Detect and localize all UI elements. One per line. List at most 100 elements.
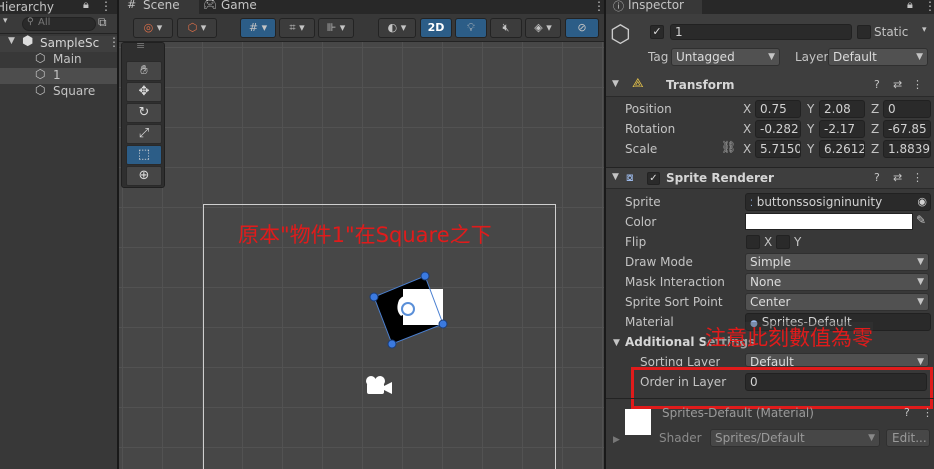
render-mode-dropdown[interactable]: ⬡ ▾ [177,18,217,38]
expand-arrow-icon[interactable]: ▼ [612,172,619,182]
hierarchy-item-square[interactable]: ⬡ Square [0,83,117,100]
hierarchy-item-1[interactable]: ⬡ 1 [0,67,117,84]
divider[interactable] [117,0,119,469]
component-menu-icon[interactable]: ⋮ [922,406,933,419]
draw-mode-dropdown[interactable]: ◎ ▾ [133,18,173,38]
edit-shader-button[interactable]: Edit... [886,429,930,447]
rotate-tool-button[interactable]: ↻ [126,103,162,123]
shader-label: Shader [659,431,702,445]
tab-scene[interactable]: # Scene [119,0,199,14]
component-menu-icon[interactable]: ⋮ [912,78,923,91]
position-z-field[interactable]: 0 [883,100,931,118]
hierarchy-tab[interactable]: Hierarchy 🔒︎ ⋮ [0,0,117,14]
preset-icon[interactable]: ⇄ [893,171,902,184]
tab-inspector[interactable]: ⓘ Inspector [606,0,702,14]
mode-2d-button[interactable]: 2D [420,18,452,38]
hierarchy-item-main-camera[interactable]: ⬡ Main Came [0,51,117,80]
material-preview-swatch [625,409,651,435]
scale-y-field[interactable]: 6.2612 [819,140,865,158]
tab-game[interactable]: 🎮︎ Game [203,0,283,14]
hand-tool-button[interactable]: ✋︎ [126,61,162,81]
expand-arrow-icon[interactable]: ▶ [613,435,620,445]
search-history-icon[interactable]: ⧉ [98,15,107,30]
mask-interaction-dropdown[interactable]: None ▼ [745,273,929,291]
rect-handle[interactable] [369,292,379,302]
effects-dropdown[interactable]: ◈ ▾ [525,18,561,38]
draw-mode-value: Simple [750,255,791,269]
enabled-checkbox[interactable]: ✓ [647,172,660,185]
lock-icon[interactable]: 🔒︎ [907,0,913,12]
rect-handle[interactable] [420,271,430,281]
add-dropdown-icon[interactable]: ▾ [3,16,8,26]
inspector-tabbar: ⓘ Inspector 🔒︎ ⋮ [606,0,934,14]
sprite-object-field[interactable]: ⁚ buttonssosigninunity ◉ [745,193,931,211]
expand-arrow-icon[interactable]: ▼ [613,338,620,348]
flip-y-label: Y [794,235,802,249]
ruler-dropdown[interactable]: ⊪ ▾ [318,18,354,38]
shader-dropdown[interactable]: Sprites/Default ▼ [710,429,880,447]
object-header: ⬡ ✓ 1 Static ▾ Tag Untagged ▼ Layer Defau… [606,14,934,76]
rect-tool-button[interactable]: ⬚ [126,145,162,165]
scene-root-row[interactable]: ▼ ⬢ SampleSc ⋮ [0,34,120,52]
divider[interactable] [604,0,606,469]
transform-header[interactable]: ▼ ⟁ Transform ? ⇄ ⋮ [606,75,934,97]
sprite-renderer-title: Sprite Renderer [666,171,774,185]
eye-slash-icon: ⊘ [577,21,587,34]
flip-y-checkbox[interactable] [776,235,790,249]
layer-dropdown[interactable]: Default ▼ [828,48,928,66]
sprite-renderer-header[interactable]: ▼ ⧇ ✓ Sprite Renderer ? ⇄ ⋮ [606,167,934,189]
hierarchy-search-input[interactable]: ⚲ All [22,17,96,31]
eyedropper-icon[interactable]: ✎ [916,213,926,227]
position-x-field[interactable]: 0.75 [755,100,801,118]
rotation-z-field[interactable]: -67.85 [883,120,931,138]
sprite-sort-point-dropdown[interactable]: Center ▼ [745,293,929,311]
scene-canvas[interactable]: ≡ ✋︎ ✥ ↻ ⤢ ⬚ ⊕ 原本"物件1"在Square之下 [119,42,604,469]
help-icon[interactable]: ? [874,78,880,91]
scale-z-field[interactable]: 1.8839 [883,140,931,158]
constrain-link-icon[interactable]: ⛓︎ [721,140,736,154]
color-swatch[interactable] [745,213,913,230]
gameobject-cube-icon: ⬡ [610,20,631,48]
position-y-field[interactable]: 2.08 [819,100,865,118]
chevron-down-icon: ▼ [916,52,923,62]
object-name-field[interactable]: 1 [670,24,852,40]
scale-tool-button[interactable]: ⤢ [126,124,162,144]
rotation-y-field[interactable]: -2.17 [819,120,865,138]
sorting-layer-dropdown[interactable]: Default ▼ [745,353,929,367]
visibility-toggle[interactable]: ⊘ [565,18,599,38]
object-picker-icon[interactable]: ◉ [917,194,927,210]
lighting-toggle[interactable]: 💡︎ [455,18,487,38]
tag-dropdown[interactable]: Untagged ▼ [671,48,780,66]
grid-snap-dropdown[interactable]: # ▾ [240,18,276,38]
component-menu-icon[interactable]: ⋮ [912,171,923,184]
camera-gizmo-icon[interactable] [363,375,393,397]
expand-arrow-icon[interactable]: ▼ [8,36,15,46]
help-icon[interactable]: ? [874,171,880,184]
transform-tool-button[interactable]: ⊕ [126,166,162,186]
flip-x-checkbox[interactable] [746,235,760,249]
static-checkbox[interactable] [857,25,871,39]
audio-toggle[interactable]: 🔇︎ [490,18,522,38]
shading-dropdown[interactable]: ◐ ▾ [378,18,416,38]
expand-arrow-icon[interactable]: ▼ [612,79,619,89]
menu-dots-icon[interactable]: ⋮ [100,0,112,13]
drag-handle-icon[interactable]: ≡ [136,42,145,52]
menu-dots-icon[interactable]: ⋮ [924,0,934,13]
gameobject-cube-icon: ⬡ [35,67,46,81]
rect-handle[interactable] [387,339,397,349]
preset-icon[interactable]: ⇄ [893,78,902,91]
active-checkbox[interactable]: ✓ [650,25,664,39]
increment-snap-dropdown[interactable]: ⌗ ▾ [279,18,315,38]
chevron-down-icon: ▼ [768,52,775,62]
grid-icon: # [127,0,137,11]
move-tool-button[interactable]: ✥ [126,82,162,102]
static-dropdown-icon[interactable]: ▾ [922,25,927,35]
scale-x-field[interactable]: 5.7150 [755,140,801,158]
rotation-x-field[interactable]: -0.282 [755,120,801,138]
rect-handle[interactable] [438,319,448,329]
transform-title: Transform [666,78,735,92]
selected-sprite[interactable] [359,262,454,352]
draw-mode-dropdown[interactable]: Simple ▼ [745,253,929,271]
help-icon[interactable]: ? [904,406,910,419]
lock-icon[interactable]: 🔒︎ [83,0,89,12]
